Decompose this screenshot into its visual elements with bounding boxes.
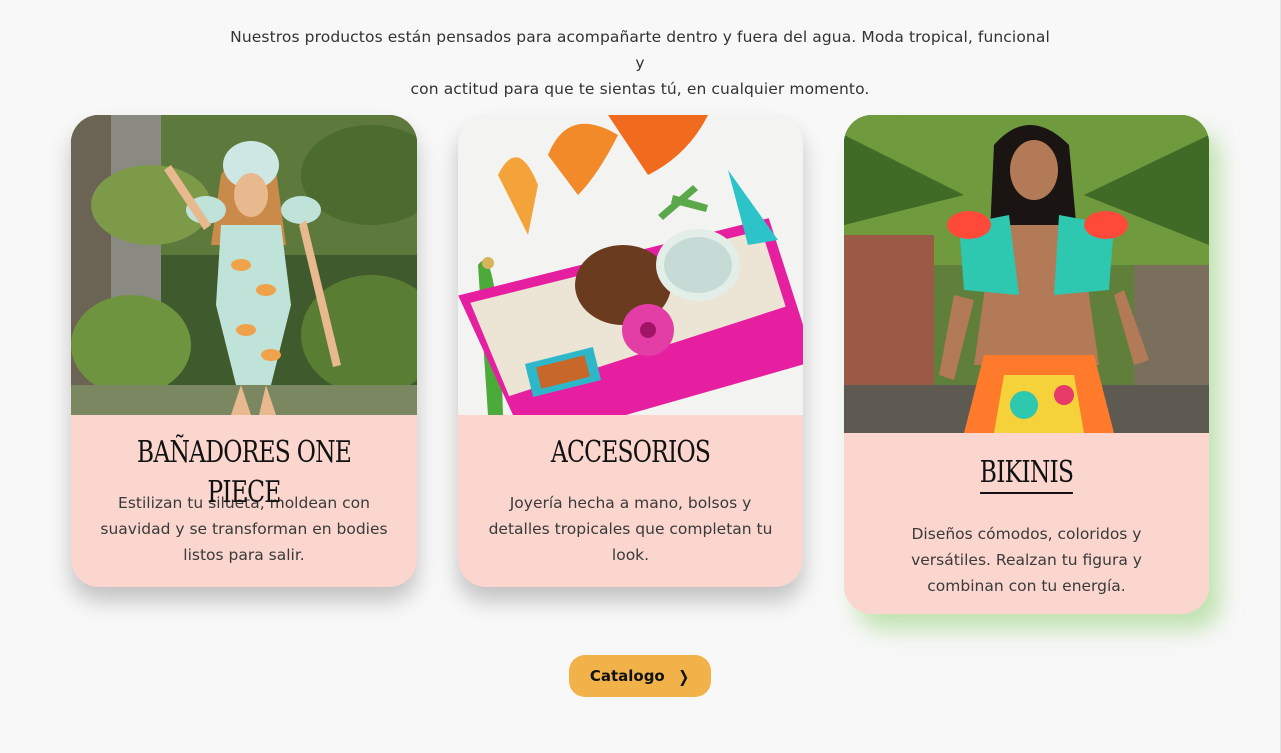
desc-line: listos para salir. <box>183 546 305 564</box>
bikini-image <box>844 115 1209 433</box>
card-title: BIKINIS <box>884 453 1169 494</box>
card-title: ACCESORIOS <box>550 435 711 470</box>
desc-line: detalles tropicales que completan tu <box>488 520 773 538</box>
catalog-button-label: Catalogo <box>589 667 665 685</box>
desc-line: suavidad y se transforman en bodies <box>100 520 388 538</box>
product-card-bikinis[interactable]: BIKINIS Diseños cómodos, coloridos y ver… <box>844 115 1209 614</box>
intro-text: Nuestros productos están pensados para a… <box>230 24 1050 102</box>
catalog-button[interactable]: Catalogo ❯ <box>569 655 711 697</box>
card-description: Diseños cómodos, coloridos y versátiles.… <box>892 521 1162 599</box>
desc-line: combinan con tu energía. <box>927 577 1126 595</box>
desc-line: Diseños cómodos, coloridos y <box>911 525 1142 543</box>
desc-line: look. <box>611 546 650 564</box>
desc-line: Joyería hecha a mano, bolsos y <box>509 494 752 512</box>
accessories-bag-image <box>458 115 803 415</box>
card-description: Joyería hecha a mano, bolsos y detalles … <box>486 490 776 568</box>
card-title: BAÑADORES ONE PIECE <box>136 435 352 510</box>
desc-line: versátiles. Realzan tu figura y <box>911 551 1142 569</box>
card-title-text: BIKINIS <box>979 455 1074 494</box>
chevron-right-icon: ❯ <box>678 666 689 686</box>
product-card-accessories[interactable]: ACCESORIOS Joyería hecha a mano, bolsos … <box>458 115 803 587</box>
one-piece-swimsuit-image <box>71 115 417 415</box>
product-card-one-piece[interactable]: BAÑADORES ONE PIECE Estilizan tu silueta… <box>71 115 417 587</box>
intro-line-1: Nuestros productos están pensados para a… <box>230 28 1050 72</box>
intro-line-2: con actitud para que te sientas tú, en c… <box>410 80 870 98</box>
